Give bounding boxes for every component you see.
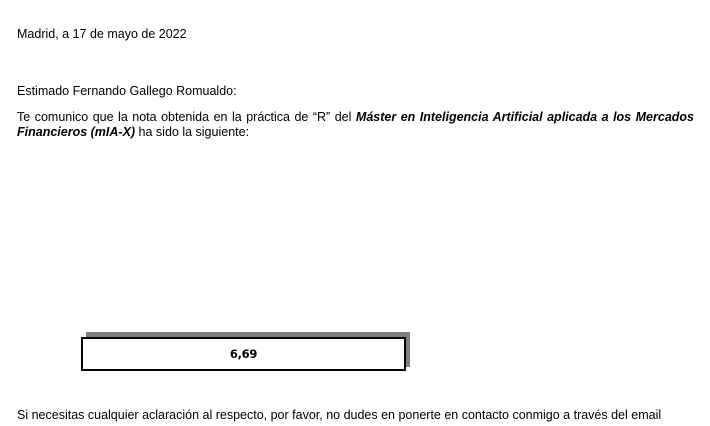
closing-line: Si necesitas cualquier aclaración al res… — [17, 408, 662, 422]
intro-end-text: ha sido la siguiente: — [135, 125, 250, 139]
greeting-line: Estimado Fernando Gallego Romualdo: — [17, 84, 237, 98]
intro-paragraph: Te comunico que la nota obtenida en la p… — [17, 110, 694, 140]
date-line: Madrid, a 17 de mayo de 2022 — [17, 27, 187, 41]
grade-value: 6,69 — [229, 347, 258, 361]
grade-box: 6,69 — [81, 337, 406, 371]
intro-text: Te comunico que la nota obtenida en la p… — [17, 110, 356, 124]
